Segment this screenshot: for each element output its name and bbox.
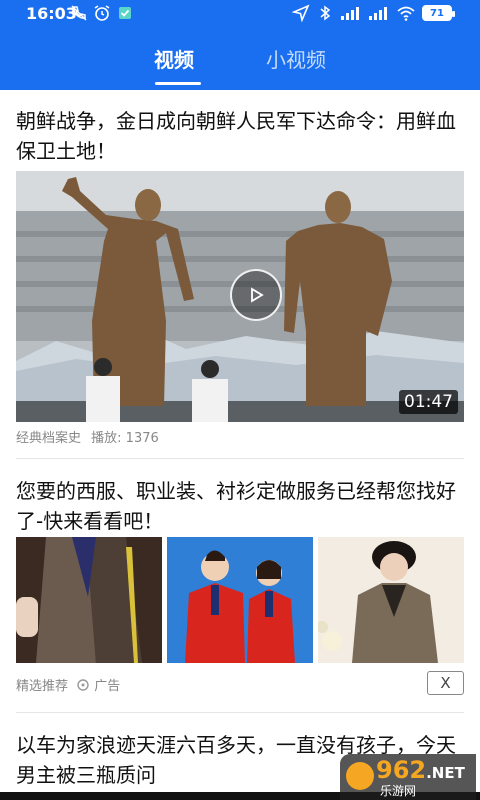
article-source: 经典档案史: [16, 431, 82, 446]
ad-image-coat[interactable]: [318, 537, 464, 663]
watermark-brand-number: 962: [376, 756, 427, 784]
watermark-tld: .NET: [426, 764, 465, 782]
status-left-icons: [70, 4, 134, 22]
check-notification-icon: [119, 7, 131, 19]
tab-short-video[interactable]: 小视频: [266, 44, 326, 73]
battery-indicator: 71: [422, 5, 455, 21]
close-ad-button[interactable]: X: [427, 671, 464, 695]
ad-image-uniforms[interactable]: [167, 537, 313, 663]
play-count: 播放: 1376: [91, 431, 159, 446]
app-header: 16:03 71 视频 小视频: [0, 0, 480, 90]
ad-mark-icon: [77, 679, 89, 691]
location-icon: [292, 4, 310, 22]
divider: [16, 458, 464, 459]
suit-photo: [16, 537, 162, 663]
coat-photo: [318, 537, 464, 663]
article-title-2[interactable]: 您要的西服、职业装、衬衫定做服务已经帮您找好了-快来看看吧！: [16, 476, 464, 536]
wifi-icon: [397, 6, 415, 21]
play-button[interactable]: [230, 269, 282, 321]
bluetooth-icon: [320, 5, 331, 21]
tab-bar: 视频 小视频: [0, 38, 480, 90]
tab-video[interactable]: 视频: [154, 44, 194, 73]
signal-icon: [341, 7, 359, 20]
watermark-logo-icon: [346, 762, 374, 790]
article-title-1[interactable]: 朝鲜战争，金日成向朝鲜人民军下达命令：用鲜血保卫土地！: [16, 106, 464, 166]
mute-call-icon: [71, 5, 87, 21]
alarm-icon: [94, 5, 110, 21]
video-thumbnail[interactable]: 01:47: [16, 171, 464, 422]
active-tab-indicator: [155, 82, 201, 85]
watermark-brand: 962.NET: [376, 756, 465, 784]
ad-source: 精选推荐: [16, 679, 69, 694]
watermark-subtitle: 乐游网: [380, 784, 417, 798]
divider: [16, 712, 464, 713]
ad-meta: 精选推荐 广告: [16, 675, 120, 694]
play-icon: [251, 287, 264, 303]
uniforms-photo: [167, 537, 313, 663]
ad-label: 广告: [94, 679, 121, 694]
video-duration: 01:47: [399, 390, 458, 414]
ad-image-suit[interactable]: [16, 537, 162, 663]
signal-2-icon: [369, 7, 387, 20]
status-bar: 16:03 71: [0, 0, 480, 28]
article-meta-1: 经典档案史 播放: 1376: [16, 427, 159, 446]
status-right-icons: 71: [292, 4, 455, 22]
site-watermark: 962.NET 乐游网: [340, 754, 476, 800]
